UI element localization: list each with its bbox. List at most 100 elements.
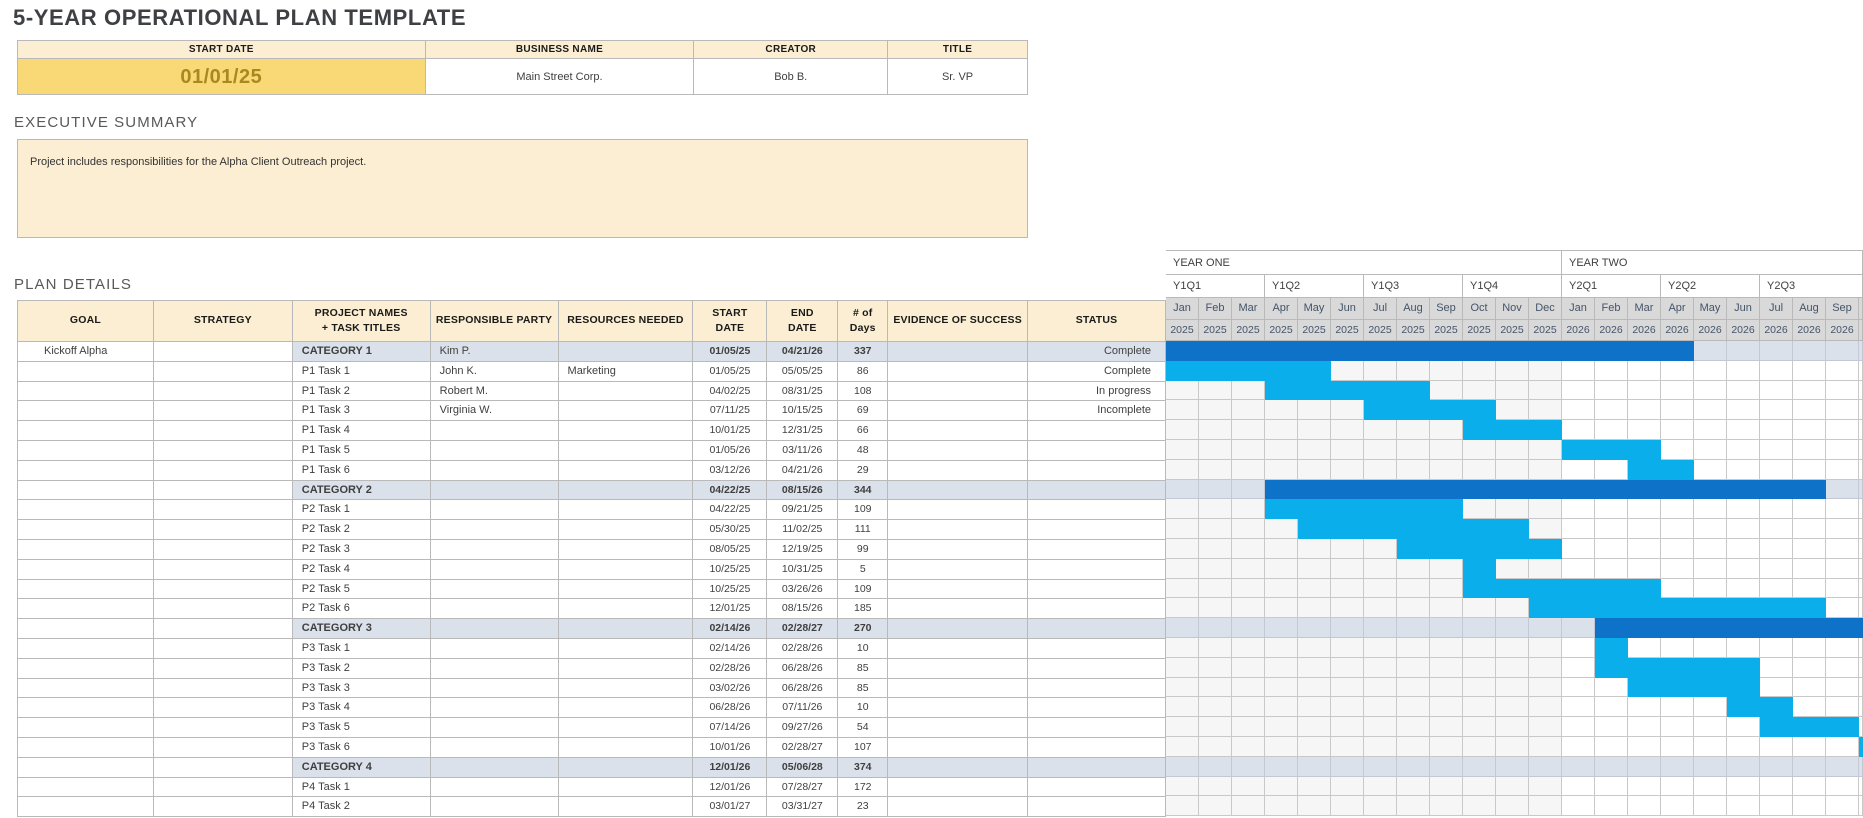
- cell-start[interactable]: 08/05/25: [693, 540, 767, 560]
- gantt-cell[interactable]: [1826, 539, 1859, 559]
- cell-strategy[interactable]: [154, 599, 293, 619]
- gantt-cell[interactable]: [1496, 400, 1529, 420]
- gantt-cell[interactable]: [1496, 361, 1529, 381]
- gantt-cell[interactable]: [1595, 737, 1628, 757]
- gantt-cell[interactable]: [1529, 678, 1562, 698]
- gantt-cell[interactable]: [1496, 381, 1529, 401]
- cell-evidence[interactable]: [888, 401, 1028, 421]
- cell-task[interactable]: P4 Task 1: [293, 778, 431, 798]
- cell-task[interactable]: P2 Task 3: [293, 540, 431, 560]
- cell-status[interactable]: [1028, 520, 1166, 540]
- gantt-cell[interactable]: [1694, 499, 1727, 519]
- gantt-cell[interactable]: [1496, 559, 1529, 579]
- gantt-cell[interactable]: [1496, 499, 1529, 519]
- cell-evidence[interactable]: [888, 421, 1028, 441]
- gantt-cell[interactable]: [1727, 737, 1760, 757]
- cell-end[interactable]: 08/15/26: [767, 599, 838, 619]
- gantt-cell[interactable]: [1166, 777, 1199, 797]
- cell-evidence[interactable]: [888, 599, 1028, 619]
- gantt-cell[interactable]: [1232, 480, 1265, 500]
- cell-status[interactable]: [1028, 461, 1166, 481]
- gantt-cell[interactable]: [1760, 341, 1793, 361]
- gantt-cell[interactable]: [1826, 440, 1859, 460]
- gantt-cell[interactable]: [1529, 559, 1562, 579]
- gantt-cell[interactable]: [1397, 737, 1430, 757]
- cell-goal[interactable]: [18, 560, 154, 580]
- cell-end[interactable]: 03/11/26: [767, 441, 838, 461]
- gantt-cell[interactable]: [1364, 678, 1397, 698]
- gantt-cell[interactable]: [1661, 777, 1694, 797]
- gantt-cell[interactable]: [1760, 381, 1793, 401]
- cell-days[interactable]: 185: [838, 599, 888, 619]
- gantt-cell[interactable]: [1463, 697, 1496, 717]
- gantt-cell[interactable]: [1529, 499, 1562, 519]
- gantt-cell[interactable]: [1166, 697, 1199, 717]
- gantt-cell[interactable]: [1661, 757, 1694, 777]
- gantt-cell[interactable]: [1232, 598, 1265, 618]
- cell-end[interactable]: 08/15/26: [767, 481, 838, 501]
- gantt-cell[interactable]: [1364, 697, 1397, 717]
- gantt-cell[interactable]: [1430, 638, 1463, 658]
- cell-goal[interactable]: [18, 659, 154, 679]
- gantt-cell[interactable]: [1232, 658, 1265, 678]
- cell-end[interactable]: 06/28/26: [767, 659, 838, 679]
- gantt-cell[interactable]: [1793, 420, 1826, 440]
- cell-end[interactable]: 04/21/26: [767, 461, 838, 481]
- gantt-cell[interactable]: [1397, 658, 1430, 678]
- cell-end[interactable]: 12/31/25: [767, 421, 838, 441]
- gantt-cell[interactable]: [1859, 559, 1863, 579]
- gantt-cell[interactable]: [1397, 678, 1430, 698]
- gantt-cell[interactable]: [1496, 658, 1529, 678]
- gantt-cell[interactable]: [1661, 499, 1694, 519]
- cell-evidence[interactable]: [888, 679, 1028, 699]
- executive-summary-box[interactable]: Project includes responsibilities for th…: [17, 139, 1028, 238]
- gantt-cell[interactable]: [1694, 638, 1727, 658]
- gantt-cell[interactable]: [1298, 658, 1331, 678]
- gantt-cell[interactable]: [1265, 559, 1298, 579]
- gantt-cell[interactable]: [1496, 638, 1529, 658]
- gantt-cell[interactable]: [1265, 440, 1298, 460]
- cell-days[interactable]: 86: [838, 362, 888, 382]
- gantt-cell[interactable]: [1199, 440, 1232, 460]
- gantt-cell[interactable]: [1826, 420, 1859, 440]
- gantt-cell[interactable]: [1331, 598, 1364, 618]
- cell-task[interactable]: P1 Task 5: [293, 441, 431, 461]
- gantt-cell[interactable]: [1793, 400, 1826, 420]
- gantt-cell[interactable]: [1166, 618, 1199, 638]
- gantt-cell[interactable]: [1397, 697, 1430, 717]
- info-value[interactable]: Sr. VP: [888, 59, 1028, 95]
- gantt-cell[interactable]: [1529, 658, 1562, 678]
- info-value[interactable]: 01/01/25: [18, 59, 426, 95]
- gantt-cell[interactable]: [1199, 796, 1232, 816]
- cell-goal[interactable]: [18, 679, 154, 699]
- gantt-cell[interactable]: [1628, 420, 1661, 440]
- gantt-cell[interactable]: [1793, 361, 1826, 381]
- cell-party[interactable]: [431, 500, 559, 520]
- gantt-cell[interactable]: [1529, 618, 1562, 638]
- gantt-cell[interactable]: [1199, 717, 1232, 737]
- gantt-cell[interactable]: [1562, 400, 1595, 420]
- info-value[interactable]: Main Street Corp.: [426, 59, 695, 95]
- gantt-cell[interactable]: [1760, 559, 1793, 579]
- gantt-cell[interactable]: [1430, 757, 1463, 777]
- cell-end[interactable]: 05/06/28: [767, 758, 838, 778]
- gantt-cell[interactable]: [1595, 499, 1628, 519]
- gantt-cell[interactable]: [1265, 519, 1298, 539]
- cell-task[interactable]: P2 Task 1: [293, 500, 431, 520]
- gantt-cell[interactable]: [1463, 717, 1496, 737]
- cell-task[interactable]: P2 Task 6: [293, 599, 431, 619]
- gantt-cell[interactable]: [1727, 559, 1760, 579]
- cell-start[interactable]: 03/01/27: [693, 797, 767, 817]
- cell-resources[interactable]: [559, 500, 694, 520]
- gantt-cell[interactable]: [1694, 579, 1727, 599]
- gantt-cell[interactable]: [1364, 460, 1397, 480]
- gantt-cell[interactable]: [1397, 440, 1430, 460]
- cell-days[interactable]: 344: [838, 481, 888, 501]
- cell-end[interactable]: 09/21/25: [767, 500, 838, 520]
- cell-status[interactable]: [1028, 698, 1166, 718]
- gantt-cell[interactable]: [1331, 717, 1364, 737]
- cell-resources[interactable]: [559, 401, 694, 421]
- gantt-cell[interactable]: [1364, 579, 1397, 599]
- gantt-cell[interactable]: [1364, 618, 1397, 638]
- cell-start[interactable]: 05/30/25: [693, 520, 767, 540]
